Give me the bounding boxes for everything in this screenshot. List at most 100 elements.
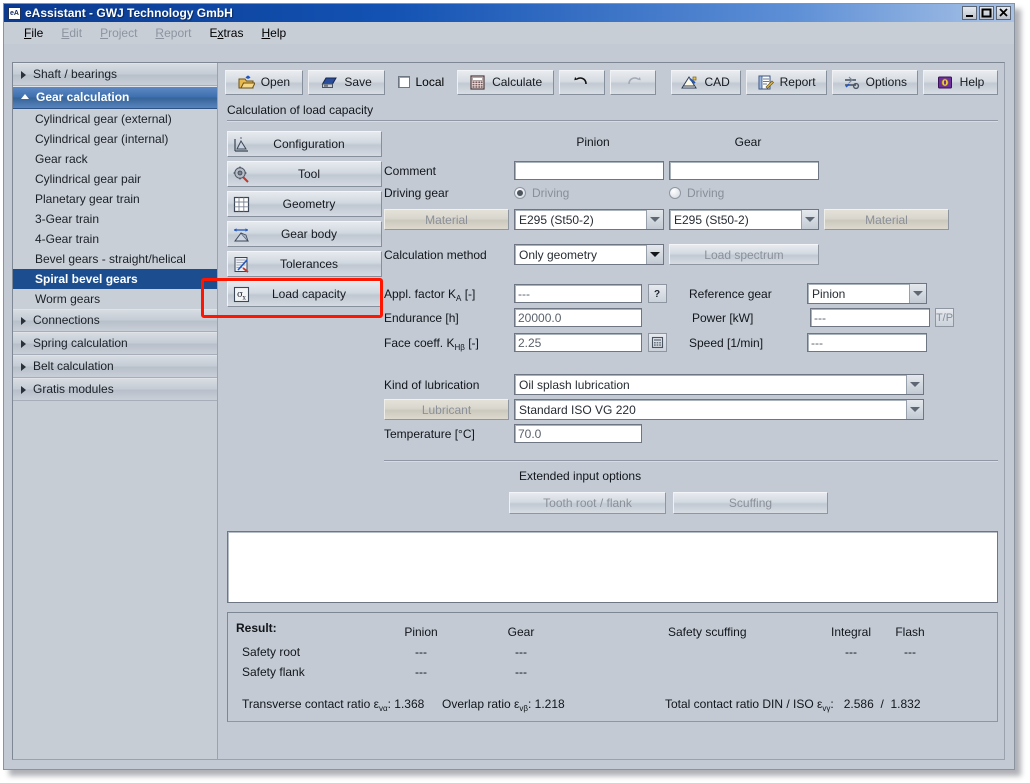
power-input[interactable]: --- [810,308,930,327]
driving-gear-radio-wrap[interactable]: Driving [669,186,824,200]
calculation-method-label: Calculation method [384,248,514,262]
chevron-down-icon[interactable] [906,400,923,419]
chevron-down-icon[interactable] [801,210,818,229]
sidebar-group-shaft-bearings[interactable]: Shaft / bearings [13,63,217,86]
sidebar-group-label: Connections [33,309,100,332]
lubricant-button[interactable]: Lubricant [384,399,509,420]
tool-button[interactable]: Tool [227,161,382,187]
lubrication-value: Oil splash lubrication [515,378,906,392]
folder-open-icon [238,75,255,90]
help-button[interactable]: Help [923,70,998,95]
chevron-down-icon[interactable] [906,375,923,394]
save-label: Save [344,75,371,89]
save-disk-icon [321,75,338,90]
chevron-down-icon[interactable] [909,284,926,303]
chevron-right-icon [21,363,26,371]
local-checkbox[interactable] [398,76,410,88]
geometry-icon [232,195,251,214]
minimize-button[interactable] [962,6,977,20]
sidebar-group-spring-calculation[interactable]: Spring calculation [13,332,217,355]
sidebar-item-3-gear-train[interactable]: 3-Gear train [13,209,217,229]
undo-button[interactable] [559,70,605,95]
sidebar-group-connections[interactable]: Connections [13,309,217,332]
endurance-input[interactable]: 20000.0 [514,308,642,327]
comment-pinion-input[interactable] [514,161,664,180]
cad-button[interactable]: CAD [671,70,741,95]
sidebar-item-cylindrical-gear-pair[interactable]: Cylindrical gear pair [13,169,217,189]
sidebar-item-cylindrical-gear-internal[interactable]: Cylindrical gear (internal) [13,129,217,149]
sidebar-item-bevel-gears-straight-helical[interactable]: Bevel gears - straight/helical [13,249,217,269]
material-button-gear[interactable]: Material [824,209,949,230]
comment-gear-input[interactable] [669,161,819,180]
lubricant-combo[interactable]: Standard ISO VG 220 [514,399,924,420]
calculation-method-combo[interactable]: Only geometry [514,244,664,265]
load-spectrum-button[interactable]: Load spectrum [669,244,819,265]
gear-body-button[interactable]: Gear body [227,221,382,247]
close-button[interactable] [996,6,1011,20]
load-capacity-button[interactable]: σ x Load capacity [227,281,382,307]
tolerances-button[interactable]: Tolerances [227,251,382,277]
geometry-label: Geometry [251,197,381,211]
configuration-button[interactable]: Configuration [227,131,382,157]
temperature-input[interactable]: 70.0 [514,424,642,443]
lubricant-value: Standard ISO VG 220 [515,403,906,417]
scuffing-button[interactable]: Scuffing [673,492,828,514]
driving-gear-radio[interactable] [669,187,681,199]
sidebar-item-planetary-gear-train[interactable]: Planetary gear train [13,189,217,209]
question-mark-icon: ? [651,287,664,300]
open-button[interactable]: Open [225,70,303,95]
menu-report[interactable]: Report [155,26,191,40]
endurance-label: Endurance [h] [384,311,514,325]
material-button-pinion[interactable]: Material [384,209,509,230]
driving-pinion-radio-wrap[interactable]: Driving [514,186,669,200]
tooth-root-flank-button[interactable]: Tooth root / flank [509,492,666,514]
appl-factor-label: Appl. factor KA [-] [384,287,514,301]
sidebar-group-belt-calculation[interactable]: Belt calculation [13,355,217,378]
message-area[interactable] [227,531,998,603]
reference-gear-combo[interactable]: Pinion [807,283,927,304]
body-area: Shaft / bearings Gear calculation Cylind… [4,44,1014,769]
sidebar-item-worm-gears[interactable]: Worm gears [13,289,217,309]
redo-icon [624,74,642,90]
chevron-down-icon[interactable] [646,245,663,264]
face-coefficient-input[interactable]: 2.25 [514,333,642,352]
material-gear-value: E295 (St50-2) [670,213,801,227]
sidebar-item-4-gear-train[interactable]: 4-Gear train [13,229,217,249]
sidebar-item-gear-rack[interactable]: Gear rack [13,149,217,169]
menu-extras[interactable]: Extras [209,26,243,40]
comment-label: Comment [384,164,514,178]
lubrication-combo[interactable]: Oil splash lubrication [514,374,924,395]
window-controls [962,6,1011,20]
appl-factor-input[interactable]: --- [514,284,642,303]
redo-button[interactable] [610,70,656,95]
cad-icon [681,75,698,90]
material-pinion-combo[interactable]: E295 (St50-2) [514,209,664,230]
maximize-button[interactable] [979,6,994,20]
menu-help[interactable]: Help [261,26,286,40]
report-button[interactable]: Report [746,70,827,95]
sidebar-group-gratis-modules[interactable]: Gratis modules [13,378,217,401]
lubrication-label: Kind of lubrication [384,378,514,392]
menu-project[interactable]: Project [100,26,137,40]
options-button[interactable]: Options [832,70,918,95]
geometry-button[interactable]: Geometry [227,191,382,217]
local-checkbox-wrap[interactable]: Local [390,75,452,89]
result-scuffing-integral: --- [816,645,886,659]
face-coefficient-calc-button[interactable] [648,333,667,352]
calculate-button[interactable]: Calculate [457,70,554,95]
speed-input[interactable]: --- [807,333,927,352]
menu-file[interactable]: FFileile [24,26,43,40]
menu-edit[interactable]: Edit [61,26,82,40]
sidebar-group-gear-calculation[interactable]: Gear calculation [13,86,217,109]
driving-pinion-radio[interactable] [514,187,526,199]
sidebar-item-spiral-bevel-gears[interactable]: Spiral bevel gears [13,269,217,289]
gear-body-icon [232,225,251,244]
face-coefficient-label: Face coeff. KHβ [-] [384,336,514,350]
material-gear-combo[interactable]: E295 (St50-2) [669,209,819,230]
sidebar-group-label: Shaft / bearings [33,63,117,86]
torque-power-button[interactable]: T/P [935,308,954,327]
save-button[interactable]: Save [308,70,386,95]
sidebar-item-cylindrical-gear-external[interactable]: Cylindrical gear (external) [13,109,217,129]
chevron-down-icon[interactable] [646,210,663,229]
appl-factor-help-button[interactable]: ? [648,284,667,303]
